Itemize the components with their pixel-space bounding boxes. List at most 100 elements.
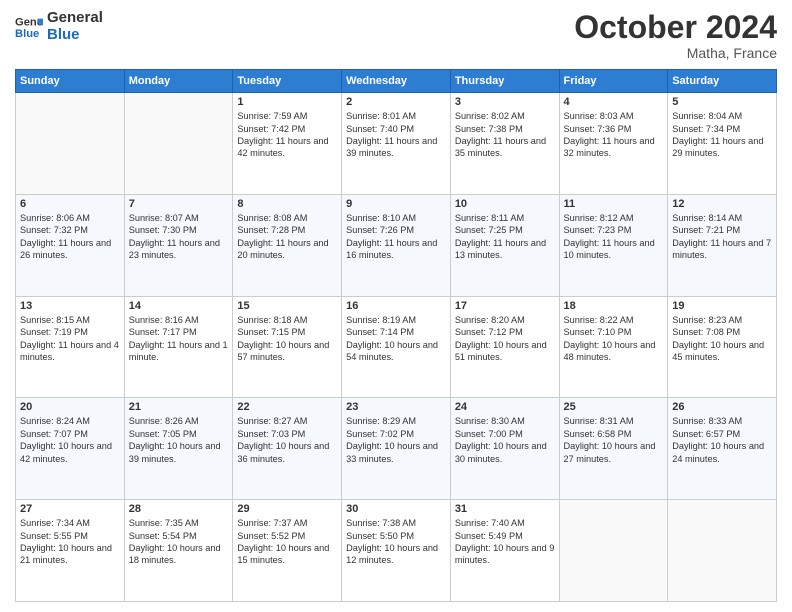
day-number: 20	[20, 401, 120, 413]
table-row: 8 Sunrise: 8:08 AM Sunset: 7:28 PM Daylig…	[233, 194, 342, 296]
table-row: 20Sunrise: 8:24 AM Sunset: 7:07 PM Dayli…	[16, 398, 125, 500]
day-number: 15	[237, 300, 337, 312]
day-number: 30	[346, 503, 446, 515]
day-info: Sunrise: 8:15 AM Sunset: 7:19 PM Dayligh…	[20, 314, 120, 364]
day-number: 13	[20, 300, 120, 312]
day-info: Sunrise: 8:23 AM Sunset: 7:08 PM Dayligh…	[672, 314, 772, 364]
table-row: 11 Sunrise: 8:12 AM Sunset: 7:23 PM Dayli…	[559, 194, 668, 296]
day-number: 28	[129, 503, 229, 515]
table-row: 24 Sunrise: 8:30 AM Sunset: 7:00 PM Dayli…	[450, 398, 559, 500]
day-info: Sunrise: 8:26 AM Sunset: 7:05 PM Dayligh…	[129, 415, 229, 465]
day-info: Sunrise: 8:29 AM Sunset: 7:02 PM Dayligh…	[346, 415, 446, 465]
table-row: 28 Sunrise: 7:35 AM Sunset: 5:54 PM Dayli…	[124, 500, 233, 602]
table-row: 2 Sunrise: 8:01 AM Sunset: 7:40 PM Daylig…	[342, 93, 451, 195]
calendar-table: Sunday Monday Tuesday Wednesday Thursday…	[15, 69, 777, 602]
day-number: 9	[346, 198, 446, 210]
day-number: 18	[564, 300, 664, 312]
col-wednesday: Wednesday	[342, 70, 451, 93]
day-info: Sunrise: 7:34 AM Sunset: 5:55 PM Dayligh…	[20, 517, 120, 567]
day-number: 31	[455, 503, 555, 515]
day-info: Sunrise: 8:33 AM Sunset: 6:57 PM Dayligh…	[672, 415, 772, 465]
day-number: 27	[20, 503, 120, 515]
day-number: 29	[237, 503, 337, 515]
day-info: Sunrise: 8:31 AM Sunset: 6:58 PM Dayligh…	[564, 415, 664, 465]
logo-line1: General	[47, 10, 103, 27]
col-friday: Friday	[559, 70, 668, 93]
table-row	[16, 93, 125, 195]
table-row: 19Sunrise: 8:23 AM Sunset: 7:08 PM Dayli…	[668, 296, 777, 398]
day-info: Sunrise: 8:27 AM Sunset: 7:03 PM Dayligh…	[237, 415, 337, 465]
day-number: 3	[455, 96, 555, 108]
day-number: 14	[129, 300, 229, 312]
col-saturday: Saturday	[668, 70, 777, 93]
table-row: 25Sunrise: 8:31 AM Sunset: 6:58 PM Dayli…	[559, 398, 668, 500]
table-row: 3Sunrise: 8:02 AM Sunset: 7:38 PM Daylig…	[450, 93, 559, 195]
col-sunday: Sunday	[16, 70, 125, 93]
table-row	[124, 93, 233, 195]
day-number: 11	[564, 198, 664, 210]
calendar-week-row: 27 Sunrise: 7:34 AM Sunset: 5:55 PM Dayli…	[16, 500, 777, 602]
table-row: 15Sunrise: 8:18 AM Sunset: 7:15 PM Dayli…	[233, 296, 342, 398]
table-row: 13 Sunrise: 8:15 AM Sunset: 7:19 PM Dayli…	[16, 296, 125, 398]
day-number: 21	[129, 401, 229, 413]
table-row: 26Sunrise: 8:33 AM Sunset: 6:57 PM Dayli…	[668, 398, 777, 500]
table-row	[559, 500, 668, 602]
table-row: 18 Sunrise: 8:22 AM Sunset: 7:10 PM Dayli…	[559, 296, 668, 398]
title-block: October 2024 Matha, France	[574, 10, 777, 61]
col-monday: Monday	[124, 70, 233, 93]
day-number: 24	[455, 401, 555, 413]
day-info: Sunrise: 8:12 AM Sunset: 7:23 PM Dayligh…	[564, 212, 664, 262]
day-info: Sunrise: 8:11 AM Sunset: 7:25 PM Dayligh…	[455, 212, 555, 262]
day-info: Sunrise: 8:14 AM Sunset: 7:21 PM Dayligh…	[672, 212, 772, 262]
day-number: 5	[672, 96, 772, 108]
table-row: 14 Sunrise: 8:16 AM Sunset: 7:17 PM Dayli…	[124, 296, 233, 398]
day-info: Sunrise: 7:59 AM Sunset: 7:42 PM Dayligh…	[237, 110, 337, 160]
day-number: 10	[455, 198, 555, 210]
day-info: Sunrise: 7:35 AM Sunset: 5:54 PM Dayligh…	[129, 517, 229, 567]
day-number: 8	[237, 198, 337, 210]
day-number: 12	[672, 198, 772, 210]
table-row: 16Sunrise: 8:19 AM Sunset: 7:14 PM Dayli…	[342, 296, 451, 398]
calendar-header-row: Sunday Monday Tuesday Wednesday Thursday…	[16, 70, 777, 93]
col-tuesday: Tuesday	[233, 70, 342, 93]
day-info: Sunrise: 8:10 AM Sunset: 7:26 PM Dayligh…	[346, 212, 446, 262]
calendar-week-row: 1 Sunrise: 7:59 AM Sunset: 7:42 PM Daylig…	[16, 93, 777, 195]
day-info: Sunrise: 8:06 AM Sunset: 7:32 PM Dayligh…	[20, 212, 120, 262]
table-row: 12 Sunrise: 8:14 AM Sunset: 7:21 PM Dayli…	[668, 194, 777, 296]
day-number: 4	[564, 96, 664, 108]
table-row: 5Sunrise: 8:04 AM Sunset: 7:34 PM Daylig…	[668, 93, 777, 195]
header: General Blue General Blue October 2024 M…	[15, 10, 777, 61]
month-title: October 2024	[574, 10, 777, 45]
table-row: 22 Sunrise: 8:27 AM Sunset: 7:03 PM Dayli…	[233, 398, 342, 500]
table-row: 29 Sunrise: 7:37 AM Sunset: 5:52 PM Dayli…	[233, 500, 342, 602]
day-info: Sunrise: 8:30 AM Sunset: 7:00 PM Dayligh…	[455, 415, 555, 465]
col-thursday: Thursday	[450, 70, 559, 93]
table-row: 7 Sunrise: 8:07 AM Sunset: 7:30 PM Daylig…	[124, 194, 233, 296]
table-row: 31 Sunrise: 7:40 AM Sunset: 5:49 PM Dayli…	[450, 500, 559, 602]
table-row: 17Sunrise: 8:20 AM Sunset: 7:12 PM Dayli…	[450, 296, 559, 398]
table-row: 6 Sunrise: 8:06 AM Sunset: 7:32 PM Daylig…	[16, 194, 125, 296]
day-number: 6	[20, 198, 120, 210]
day-info: Sunrise: 8:03 AM Sunset: 7:36 PM Dayligh…	[564, 110, 664, 160]
day-info: Sunrise: 8:08 AM Sunset: 7:28 PM Dayligh…	[237, 212, 337, 262]
day-info: Sunrise: 8:07 AM Sunset: 7:30 PM Dayligh…	[129, 212, 229, 262]
day-number: 22	[237, 401, 337, 413]
table-row: 23Sunrise: 8:29 AM Sunset: 7:02 PM Dayli…	[342, 398, 451, 500]
day-info: Sunrise: 7:37 AM Sunset: 5:52 PM Dayligh…	[237, 517, 337, 567]
day-number: 1	[237, 96, 337, 108]
day-number: 2	[346, 96, 446, 108]
table-row: 9 Sunrise: 8:10 AM Sunset: 7:26 PM Daylig…	[342, 194, 451, 296]
day-number: 17	[455, 300, 555, 312]
day-info: Sunrise: 8:16 AM Sunset: 7:17 PM Dayligh…	[129, 314, 229, 364]
logo-line2: Blue	[47, 27, 103, 44]
logo-icon: General Blue	[15, 13, 43, 41]
day-info: Sunrise: 7:40 AM Sunset: 5:49 PM Dayligh…	[455, 517, 555, 567]
day-info: Sunrise: 8:01 AM Sunset: 7:40 PM Dayligh…	[346, 110, 446, 160]
table-row: 27 Sunrise: 7:34 AM Sunset: 5:55 PM Dayli…	[16, 500, 125, 602]
table-row	[668, 500, 777, 602]
table-row: 30Sunrise: 7:38 AM Sunset: 5:50 PM Dayli…	[342, 500, 451, 602]
table-row: 4 Sunrise: 8:03 AM Sunset: 7:36 PM Daylig…	[559, 93, 668, 195]
day-info: Sunrise: 8:22 AM Sunset: 7:10 PM Dayligh…	[564, 314, 664, 364]
day-number: 7	[129, 198, 229, 210]
logo: General Blue General Blue	[15, 10, 103, 43]
